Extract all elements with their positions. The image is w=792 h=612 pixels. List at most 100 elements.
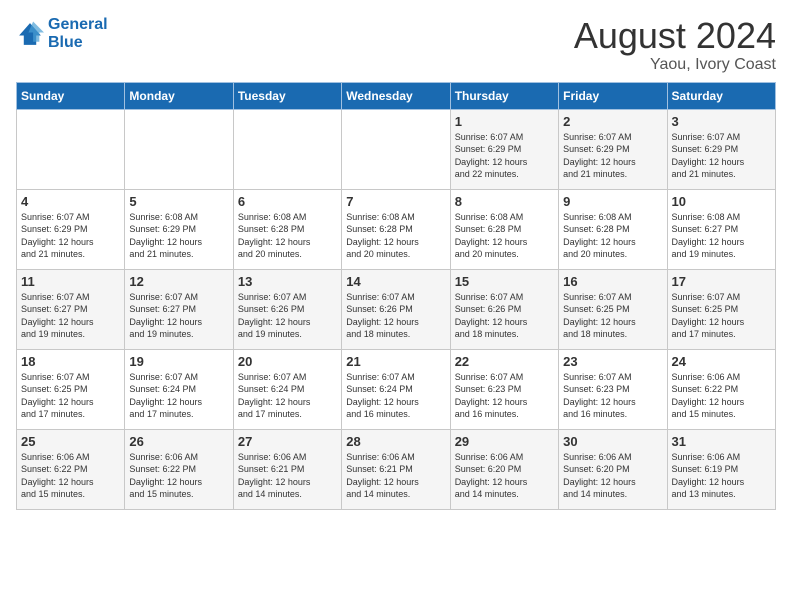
day-number: 14 [346, 274, 445, 289]
day-of-week-header: Wednesday [342, 82, 450, 109]
calendar-cell: 24Sunrise: 6:06 AM Sunset: 6:22 PM Dayli… [667, 349, 775, 429]
day-info: Sunrise: 6:06 AM Sunset: 6:19 PM Dayligh… [672, 451, 771, 501]
calendar-cell: 2 Sunrise: 6:07 AM Sunset: 6:29 PM Daylig… [559, 109, 667, 189]
day-number: 18 [21, 354, 120, 369]
day-info: Sunrise: 6:06 AM Sunset: 6:22 PM Dayligh… [129, 451, 228, 501]
day-info: Sunrise: 6:07 AM Sunset: 6:25 PM Dayligh… [563, 291, 662, 341]
day-number: 27 [238, 434, 337, 449]
calendar-cell: 20 Sunrise: 6:07 AM Sunset: 6:24 PM Dayli… [233, 349, 341, 429]
calendar-cell: 5 Sunrise: 6:08 AM Sunset: 6:29 PM Daylig… [125, 189, 233, 269]
day-number: 1 [455, 114, 554, 129]
day-info: Sunrise: 6:07 AM Sunset: 6:26 PM Dayligh… [346, 291, 445, 341]
calendar-cell [17, 109, 125, 189]
calendar-cell: 10 Sunrise: 6:08 AM Sunset: 6:27 PM Dayli… [667, 189, 775, 269]
page-header: General Blue August 2024 Yaou, Ivory Coa… [16, 16, 776, 74]
day-of-week-header: Tuesday [233, 82, 341, 109]
day-number: 28 [346, 434, 445, 449]
day-number: 7 [346, 194, 445, 209]
calendar-cell: 1 Sunrise: 6:07 AM Sunset: 6:29 PM Daylig… [450, 109, 558, 189]
day-info: Sunrise: 6:06 AM Sunset: 6:22 PM Dayligh… [21, 451, 120, 501]
calendar-cell: 21Sunrise: 6:07 AM Sunset: 6:24 PM Dayli… [342, 349, 450, 429]
calendar-week-row: 25 Sunrise: 6:06 AM Sunset: 6:22 PM Dayli… [17, 429, 776, 509]
day-number: 13 [238, 274, 337, 289]
calendar-cell: 26 Sunrise: 6:06 AM Sunset: 6:22 PM Dayli… [125, 429, 233, 509]
day-info: Sunrise: 6:07 AM Sunset: 6:24 PM Dayligh… [346, 371, 445, 421]
title-block: August 2024 Yaou, Ivory Coast [574, 16, 776, 74]
day-number: 15 [455, 274, 554, 289]
day-info: Sunrise: 6:07 AM Sunset: 6:29 PM Dayligh… [455, 131, 554, 181]
day-info: Sunrise: 6:07 AM Sunset: 6:29 PM Dayligh… [672, 131, 771, 181]
day-number: 2 [563, 114, 662, 129]
day-number: 11 [21, 274, 120, 289]
calendar-week-row: 11 Sunrise: 6:07 AM Sunset: 6:27 PM Dayli… [17, 269, 776, 349]
day-number: 31 [672, 434, 771, 449]
day-info: Sunrise: 6:08 AM Sunset: 6:28 PM Dayligh… [346, 211, 445, 261]
calendar-body: 1 Sunrise: 6:07 AM Sunset: 6:29 PM Daylig… [17, 109, 776, 509]
day-number: 3 [672, 114, 771, 129]
calendar-cell: 30 Sunrise: 6:06 AM Sunset: 6:20 PM Dayli… [559, 429, 667, 509]
logo-text: General Blue [48, 16, 108, 51]
day-of-week-header: Sunday [17, 82, 125, 109]
day-number: 4 [21, 194, 120, 209]
calendar-week-row: 1 Sunrise: 6:07 AM Sunset: 6:29 PM Daylig… [17, 109, 776, 189]
day-number: 25 [21, 434, 120, 449]
calendar-cell: 25 Sunrise: 6:06 AM Sunset: 6:22 PM Dayli… [17, 429, 125, 509]
calendar-cell: 11 Sunrise: 6:07 AM Sunset: 6:27 PM Dayli… [17, 269, 125, 349]
day-info: Sunrise: 6:07 AM Sunset: 6:25 PM Dayligh… [21, 371, 120, 421]
logo: General Blue [16, 16, 108, 51]
day-of-week-header: Saturday [667, 82, 775, 109]
day-info: Sunrise: 6:06 AM Sunset: 6:21 PM Dayligh… [346, 451, 445, 501]
day-info: Sunrise: 6:07 AM Sunset: 6:24 PM Dayligh… [238, 371, 337, 421]
calendar-cell: 15Sunrise: 6:07 AM Sunset: 6:26 PM Dayli… [450, 269, 558, 349]
day-number: 23 [563, 354, 662, 369]
calendar-cell: 18 Sunrise: 6:07 AM Sunset: 6:25 PM Dayli… [17, 349, 125, 429]
calendar-cell: 12 Sunrise: 6:07 AM Sunset: 6:27 PM Dayli… [125, 269, 233, 349]
day-info: Sunrise: 6:08 AM Sunset: 6:28 PM Dayligh… [563, 211, 662, 261]
calendar-cell: 4 Sunrise: 6:07 AM Sunset: 6:29 PM Daylig… [17, 189, 125, 269]
day-number: 26 [129, 434, 228, 449]
day-number: 6 [238, 194, 337, 209]
day-info: Sunrise: 6:06 AM Sunset: 6:21 PM Dayligh… [238, 451, 337, 501]
day-info: Sunrise: 6:07 AM Sunset: 6:23 PM Dayligh… [455, 371, 554, 421]
day-info: Sunrise: 6:07 AM Sunset: 6:27 PM Dayligh… [21, 291, 120, 341]
day-number: 30 [563, 434, 662, 449]
calendar-week-row: 18 Sunrise: 6:07 AM Sunset: 6:25 PM Dayli… [17, 349, 776, 429]
day-info: Sunrise: 6:07 AM Sunset: 6:25 PM Dayligh… [672, 291, 771, 341]
calendar-week-row: 4 Sunrise: 6:07 AM Sunset: 6:29 PM Daylig… [17, 189, 776, 269]
day-info: Sunrise: 6:07 AM Sunset: 6:27 PM Dayligh… [129, 291, 228, 341]
calendar-cell: 3 Sunrise: 6:07 AM Sunset: 6:29 PM Daylig… [667, 109, 775, 189]
calendar-cell: 14 Sunrise: 6:07 AM Sunset: 6:26 PM Dayli… [342, 269, 450, 349]
day-info: Sunrise: 6:07 AM Sunset: 6:29 PM Dayligh… [563, 131, 662, 181]
day-info: Sunrise: 6:07 AM Sunset: 6:23 PM Dayligh… [563, 371, 662, 421]
day-number: 20 [238, 354, 337, 369]
calendar-header-row: SundayMondayTuesdayWednesdayThursdayFrid… [17, 82, 776, 109]
day-number: 19 [129, 354, 228, 369]
day-info: Sunrise: 6:06 AM Sunset: 6:22 PM Dayligh… [672, 371, 771, 421]
day-number: 9 [563, 194, 662, 209]
calendar-cell [342, 109, 450, 189]
calendar-cell: 9 Sunrise: 6:08 AM Sunset: 6:28 PM Daylig… [559, 189, 667, 269]
calendar-cell: 6Sunrise: 6:08 AM Sunset: 6:28 PM Daylig… [233, 189, 341, 269]
calendar-cell: 31 Sunrise: 6:06 AM Sunset: 6:19 PM Dayli… [667, 429, 775, 509]
day-number: 16 [563, 274, 662, 289]
calendar-cell: 17 Sunrise: 6:07 AM Sunset: 6:25 PM Dayli… [667, 269, 775, 349]
month-year: August 2024 [574, 16, 776, 56]
location: Yaou, Ivory Coast [574, 56, 776, 74]
logo-icon [16, 20, 44, 48]
day-number: 12 [129, 274, 228, 289]
day-info: Sunrise: 6:06 AM Sunset: 6:20 PM Dayligh… [563, 451, 662, 501]
day-number: 8 [455, 194, 554, 209]
day-info: Sunrise: 6:08 AM Sunset: 6:27 PM Dayligh… [672, 211, 771, 261]
calendar-cell [233, 109, 341, 189]
calendar-cell: 22Sunrise: 6:07 AM Sunset: 6:23 PM Dayli… [450, 349, 558, 429]
calendar-cell: 13 Sunrise: 6:07 AM Sunset: 6:26 PM Dayli… [233, 269, 341, 349]
day-info: Sunrise: 6:07 AM Sunset: 6:26 PM Dayligh… [238, 291, 337, 341]
day-info: Sunrise: 6:07 AM Sunset: 6:29 PM Dayligh… [21, 211, 120, 261]
day-info: Sunrise: 6:06 AM Sunset: 6:20 PM Dayligh… [455, 451, 554, 501]
day-number: 10 [672, 194, 771, 209]
day-number: 5 [129, 194, 228, 209]
calendar-cell: 16 Sunrise: 6:07 AM Sunset: 6:25 PM Dayli… [559, 269, 667, 349]
day-number: 17 [672, 274, 771, 289]
day-info: Sunrise: 6:08 AM Sunset: 6:29 PM Dayligh… [129, 211, 228, 261]
calendar-cell: 7 Sunrise: 6:08 AM Sunset: 6:28 PM Daylig… [342, 189, 450, 269]
